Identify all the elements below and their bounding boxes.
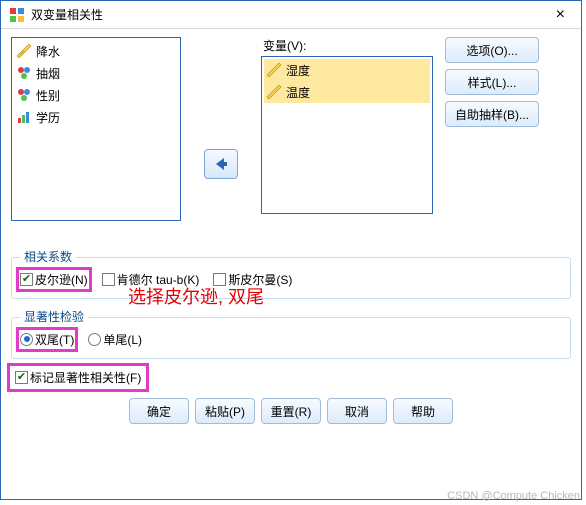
checkbox-icon <box>20 273 33 286</box>
close-button[interactable]: × <box>548 6 573 24</box>
options-button[interactable]: 选项(O)... <box>445 37 539 63</box>
group-legend: 相关系数 <box>20 248 76 265</box>
reset-button[interactable]: 重置(R) <box>261 398 321 424</box>
checkbox-icon <box>15 371 28 384</box>
arrow-left-icon <box>212 156 230 172</box>
list-item-label: 降水 <box>36 43 60 60</box>
paste-button[interactable]: 粘贴(P) <box>195 398 255 424</box>
move-left-button[interactable] <box>204 149 238 179</box>
list-item[interactable]: 湿度 <box>264 59 430 81</box>
list-item[interactable]: 温度 <box>264 81 430 103</box>
list-item[interactable]: 学历 <box>14 106 178 128</box>
checkbox-icon <box>102 273 115 286</box>
window-title: 双变量相关性 <box>31 6 548 23</box>
list-item-label: 温度 <box>286 84 310 101</box>
list-item-label: 湿度 <box>286 62 310 79</box>
radio-icon <box>20 333 33 346</box>
list-item[interactable]: 抽烟 <box>14 62 178 84</box>
ruler-icon <box>16 43 32 59</box>
corr-coef-group: 相关系数 皮尔逊(N) 肯德尔 tau-b(K) 斯皮尔曼(S) <box>11 257 571 299</box>
titlebar: 双变量相关性 × <box>1 1 581 29</box>
ruler-icon <box>266 84 282 100</box>
annotation-text: 选择皮尔逊, 双尾 <box>128 283 264 309</box>
ok-button[interactable]: 确定 <box>129 398 189 424</box>
flag-significant-checkbox[interactable]: 标记显著性相关性(F) <box>11 367 145 388</box>
list-item[interactable]: 降水 <box>14 40 178 62</box>
list-item-label: 性别 <box>36 87 60 104</box>
dialog-window: 双变量相关性 × 降水 抽烟 <box>0 0 582 500</box>
help-button[interactable]: 帮助 <box>393 398 453 424</box>
group-legend: 显著性检验 <box>20 308 88 325</box>
pearson-checkbox[interactable]: 皮尔逊(N) <box>20 271 88 288</box>
app-icon <box>9 7 25 23</box>
list-item-label: 抽烟 <box>36 65 60 82</box>
available-vars-list[interactable]: 降水 抽烟 性别 学历 <box>11 37 181 221</box>
nominal-icon <box>16 87 32 103</box>
selected-vars-list[interactable]: 湿度 温度 <box>261 56 433 214</box>
one-tailed-radio[interactable]: 单尾(L) <box>88 331 142 348</box>
list-item[interactable]: 性别 <box>14 84 178 106</box>
list-item-label: 学历 <box>36 109 60 126</box>
ruler-icon <box>266 62 282 78</box>
two-tailed-radio[interactable]: 双尾(T) <box>20 331 74 348</box>
radio-icon <box>88 333 101 346</box>
watermark: CSDN @Compute Chicken <box>447 490 580 502</box>
variables-label: 变量(V): <box>263 37 433 54</box>
cancel-button[interactable]: 取消 <box>327 398 387 424</box>
style-button[interactable]: 样式(L)... <box>445 69 539 95</box>
sig-test-group: 显著性检验 双尾(T) 单尾(L) <box>11 317 571 359</box>
ordinal-icon <box>16 109 32 125</box>
nominal-icon <box>16 65 32 81</box>
bootstrap-button[interactable]: 自助抽样(B)... <box>445 101 539 127</box>
button-bar: 确定 粘贴(P) 重置(R) 取消 帮助 <box>11 398 571 424</box>
